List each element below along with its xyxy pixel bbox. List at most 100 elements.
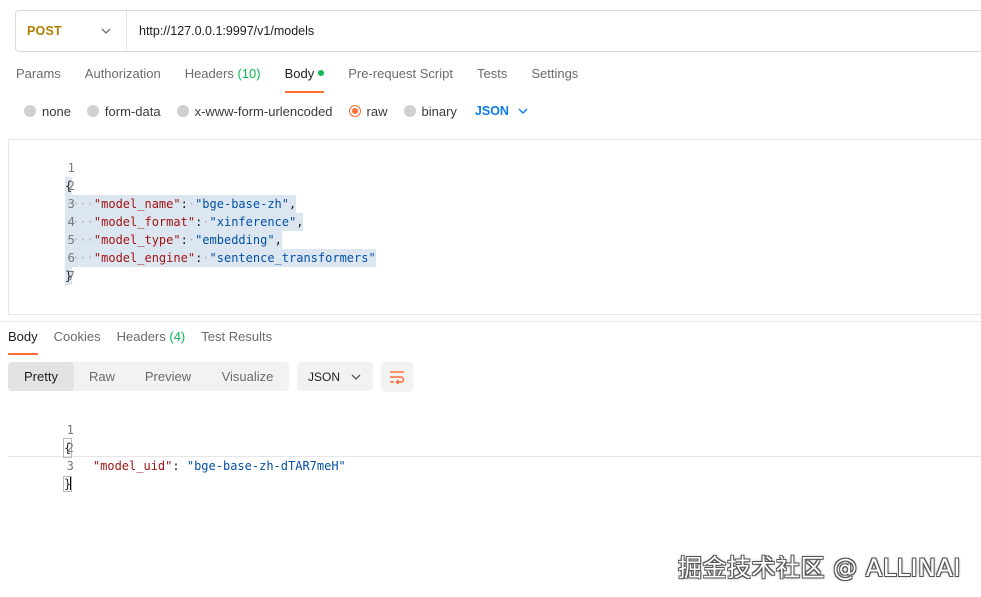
radio-icon xyxy=(24,105,36,117)
response-format-select[interactable]: JSON xyxy=(297,362,373,391)
line-number: 6 xyxy=(67,251,75,265)
line-number: 3 xyxy=(66,459,74,473)
radio-label: x-www-form-urlencoded xyxy=(194,103,333,119)
json-key: "model_format" xyxy=(93,215,196,229)
radio-icon xyxy=(176,105,189,117)
response-tab-test-results[interactable]: Test Results xyxy=(201,329,272,353)
line-number: 1 xyxy=(66,423,74,437)
tab-label: Body xyxy=(284,66,315,81)
chevron-down-icon xyxy=(518,108,528,114)
radio-x-www-form-urlencoded[interactable]: x-www-form-urlencoded xyxy=(176,103,333,119)
url-input[interactable]: http://127.0.0.1:9997/v1/models xyxy=(127,24,314,38)
tab-label: Headers xyxy=(184,66,234,81)
json-key: "model_engine" xyxy=(93,251,196,265)
radio-binary[interactable]: binary xyxy=(403,103,457,119)
radio-raw[interactable]: raw xyxy=(348,103,388,119)
code-line: 2 ····"model_name":·"bge-base-zh", xyxy=(9,159,297,213)
radio-none[interactable]: none xyxy=(24,104,71,119)
line-number: 1 xyxy=(67,161,75,175)
tab-tests[interactable]: Tests xyxy=(477,66,507,92)
json-value: "bge-base-zh" xyxy=(195,197,289,211)
code-line: 6 } xyxy=(9,231,75,285)
code-text: ····"model_type":·"embedding", xyxy=(65,231,282,249)
radio-form-data[interactable]: form-data xyxy=(86,103,161,119)
tab-label: Body xyxy=(8,329,38,344)
json-key: "model_uid" xyxy=(92,459,173,473)
method-select[interactable]: POST xyxy=(16,11,127,51)
radio-icon xyxy=(403,105,416,117)
response-format-label: JSON xyxy=(307,369,340,384)
tab-headers[interactable]: Headers (10) xyxy=(185,66,261,92)
tab-label: Pre-request Script xyxy=(348,66,453,81)
request-body-editor[interactable]: 1 { 2 ····"model_name":·"bge-base-zh", 3… xyxy=(8,139,981,315)
body-format-select[interactable]: JSON xyxy=(475,104,529,118)
code-text: } xyxy=(62,475,73,493)
response-tabs: Body Cookies Headers (4) Test Results xyxy=(8,329,288,355)
radio-icon xyxy=(86,105,99,117)
tab-settings[interactable]: Settings xyxy=(531,66,578,92)
code-line: 4 ····"model_type":·"embedding", xyxy=(9,195,282,249)
chevron-down-icon xyxy=(101,28,111,34)
text-cursor xyxy=(70,476,73,490)
json-value: "embedding" xyxy=(195,233,275,247)
radio-label: form-data xyxy=(104,103,161,119)
tab-params[interactable]: Params xyxy=(16,66,61,92)
headers-count: (4) xyxy=(169,329,186,344)
tab-label: Authorization xyxy=(84,66,161,81)
watermark: 掘金技术社区 @ ALLINAI xyxy=(678,554,961,582)
response-body-viewer[interactable]: 1 { 2 "model_uid": "bge-base-zh-dTAR7meH… xyxy=(8,402,981,492)
radio-label: binary xyxy=(421,103,457,119)
response-tab-cookies[interactable]: Cookies xyxy=(54,329,101,353)
json-value: "bge-base-zh-dTAR7meH" xyxy=(186,459,346,473)
tab-body[interactable]: Body xyxy=(284,66,325,93)
body-type-options: none form-data x-www-form-urlencoded raw… xyxy=(24,102,529,120)
code-line: 2 "model_uid": "bge-base-zh-dTAR7meH" xyxy=(8,421,346,473)
response-tab-headers[interactable]: Headers (4) xyxy=(117,329,186,353)
tab-label: Test Results xyxy=(201,329,273,344)
json-value: "sentence_transformers" xyxy=(209,251,376,265)
view-pretty-button[interactable]: Pretty xyxy=(8,362,74,391)
chevron-down-icon xyxy=(351,374,361,380)
view-mode-group: Pretty Raw Preview Visualize xyxy=(8,362,289,391)
request-tabs: Params Authorization Headers (10) Body P… xyxy=(16,66,602,93)
code-line: 7 xyxy=(9,249,75,283)
json-key: "model_type" xyxy=(93,233,181,247)
code-text: ····"model_engine":·"sentence_transforme… xyxy=(65,249,376,267)
response-tab-body[interactable]: Body xyxy=(8,329,38,355)
code-line: 3 ····"model_format":·"xinference", xyxy=(9,177,304,231)
code-line: 3 } xyxy=(8,439,74,492)
request-url-bar: POST http://127.0.0.1:9997/v1/models xyxy=(15,10,981,52)
method-label: POST xyxy=(27,24,62,38)
code-text: ····"model_format":·"xinference", xyxy=(65,213,304,231)
line-number: 2 xyxy=(66,441,74,455)
line-number: 4 xyxy=(67,215,75,229)
json-value: "xinference" xyxy=(209,215,297,229)
code-line: 5 ····"model_engine":·"sentence_transfor… xyxy=(9,213,376,267)
headers-count: (10) xyxy=(237,66,261,81)
radio-label: none xyxy=(42,103,71,119)
tab-label: Params xyxy=(16,66,61,81)
view-raw-button[interactable]: Raw xyxy=(74,362,130,391)
tab-label: Settings xyxy=(531,66,579,81)
line-number: 5 xyxy=(67,233,75,247)
wrap-lines-button[interactable] xyxy=(381,362,413,392)
code-line: 1 { xyxy=(8,403,74,458)
tab-label: Tests xyxy=(476,66,508,81)
wrap-lines-icon xyxy=(390,371,405,384)
radio-selected-icon xyxy=(348,105,361,117)
tab-authorization[interactable]: Authorization xyxy=(85,66,161,92)
radio-label: raw xyxy=(366,103,388,119)
tab-label: Headers xyxy=(116,329,166,344)
json-key: "model_name" xyxy=(93,197,181,211)
view-visualize-button[interactable]: Visualize xyxy=(206,362,289,391)
code-text: ····"model_name":·"bge-base-zh", xyxy=(65,195,297,213)
section-divider xyxy=(0,321,981,322)
line-number: 3 xyxy=(67,197,75,211)
line-number: 2 xyxy=(67,179,75,193)
line-number: 7 xyxy=(67,269,75,283)
code-line: 1 { xyxy=(9,141,75,195)
tab-label: Cookies xyxy=(53,329,101,344)
code-text: "model_uid": "bge-base-zh-dTAR7meH" xyxy=(92,459,346,473)
view-preview-button[interactable]: Preview xyxy=(130,362,206,391)
tab-pre-request-script[interactable]: Pre-request Script xyxy=(348,66,453,92)
